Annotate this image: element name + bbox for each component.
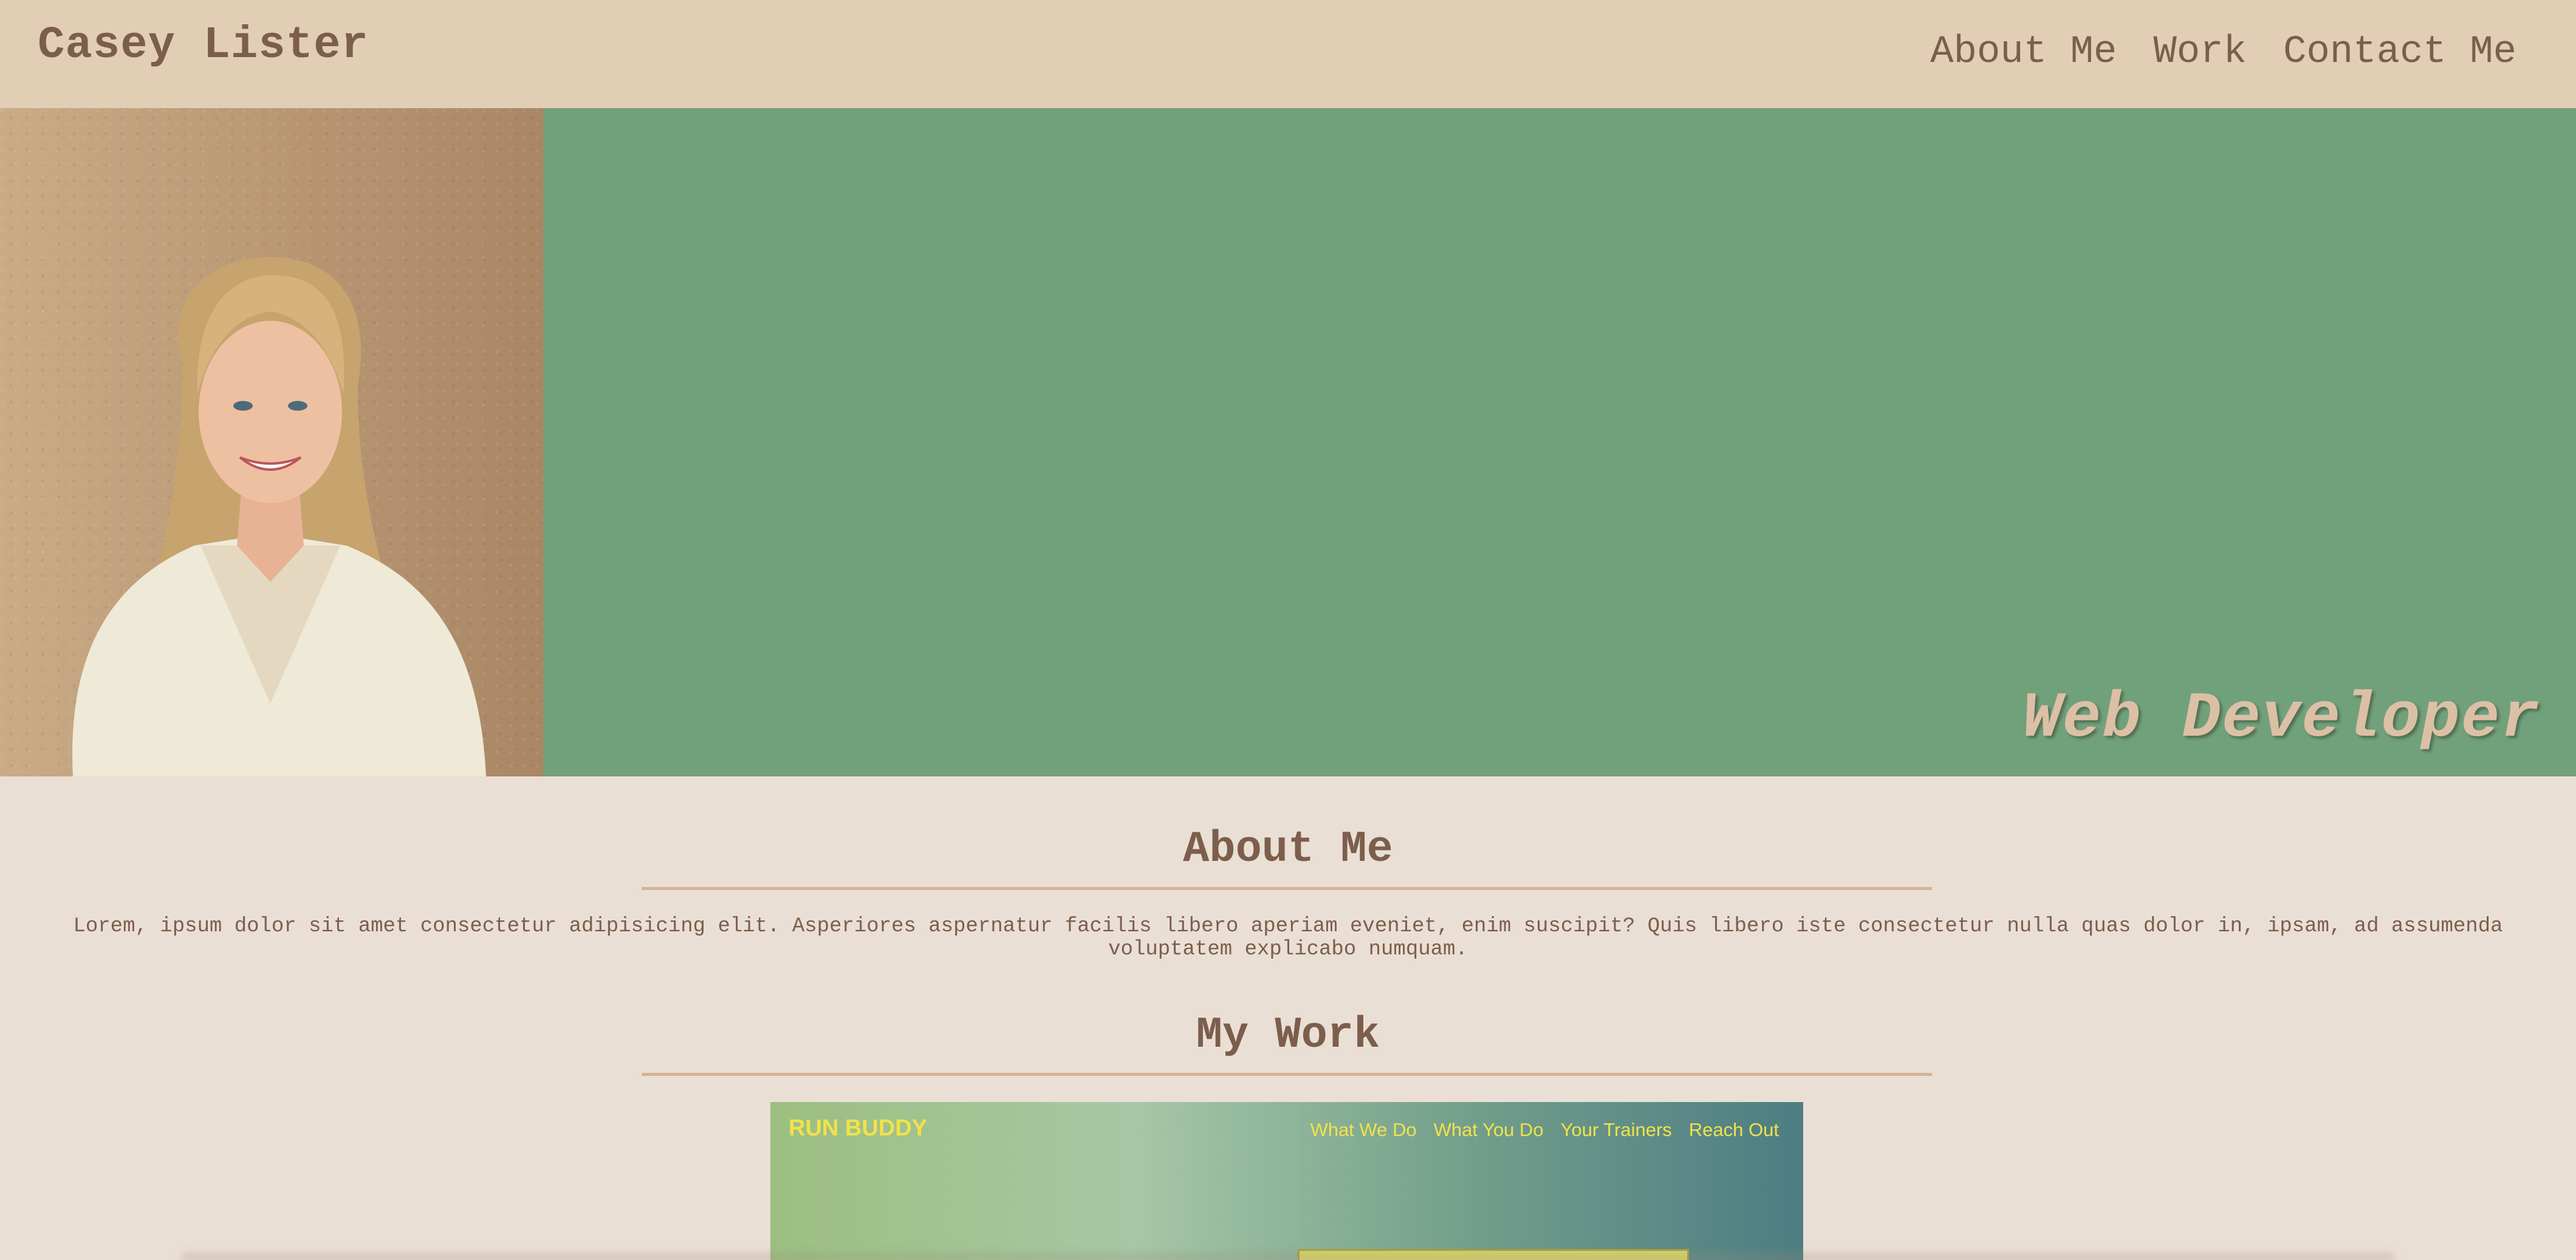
hero-tagline: Web Developer bbox=[2023, 682, 2541, 755]
nav-contact-me[interactable]: Contact Me bbox=[2283, 26, 2516, 79]
nav-about-me[interactable]: About Me bbox=[1930, 26, 2117, 79]
project-card-run-buddy[interactable]: RUN BUDDY What We Do What You Do Your Tr… bbox=[770, 1102, 1803, 1260]
about-divider bbox=[642, 887, 1932, 890]
project-nav-item: Your Trainers bbox=[1560, 1119, 1672, 1140]
profile-photo bbox=[0, 108, 543, 776]
project-nav-item: What We Do bbox=[1310, 1119, 1417, 1140]
work-heading: My Work bbox=[1196, 1010, 1380, 1060]
site-title[interactable]: Casey Lister bbox=[38, 18, 369, 73]
project-nav-item: Reach Out bbox=[1688, 1119, 1779, 1140]
site-header: Casey Lister About Me Work Contact Me bbox=[0, 0, 2576, 108]
nav-work[interactable]: Work bbox=[2153, 26, 2247, 79]
about-text: Lorem, ipsum dolor sit amet consectetur … bbox=[73, 915, 2503, 961]
about-heading: About Me bbox=[1183, 824, 1393, 874]
hero-banner: Web Developer bbox=[0, 108, 2576, 776]
main-nav: About Me Work Contact Me bbox=[1930, 26, 2516, 79]
profile-photo-illustration bbox=[72, 257, 486, 776]
scroll-shadow bbox=[182, 1250, 2394, 1260]
project-brand: RUN BUDDY bbox=[789, 1115, 927, 1141]
project-nav-item: What You Do bbox=[1433, 1119, 1544, 1140]
work-divider bbox=[642, 1073, 1932, 1076]
project-nav: What We Do What You Do Your Trainers Rea… bbox=[1310, 1119, 1779, 1141]
